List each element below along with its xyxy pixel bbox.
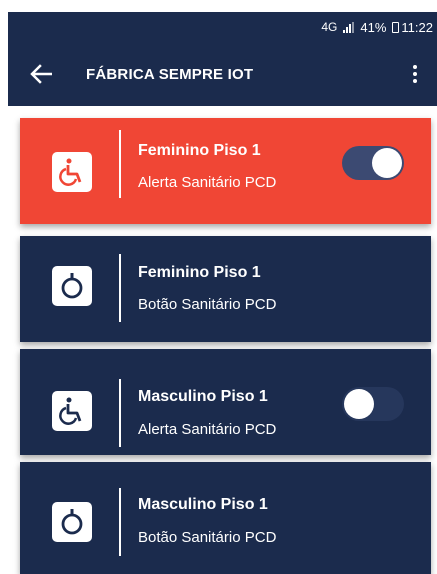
more-vert-icon — [413, 65, 417, 83]
wheelchair-icon — [52, 152, 92, 192]
overflow-menu-button[interactable] — [397, 49, 433, 99]
device-title: Feminino Piso 1 — [138, 264, 261, 281]
device-title: Feminino Piso 1 — [138, 142, 261, 159]
device-subtitle: Alerta Sanitário PCD — [138, 174, 277, 191]
page-title: FÁBRICA SEMPRE IOT — [86, 65, 254, 83]
pull-ring-icon — [52, 502, 92, 542]
divider — [119, 254, 121, 322]
toggle-knob — [344, 389, 374, 419]
app-bar: FÁBRICA SEMPRE IOT — [8, 42, 437, 106]
device-card[interactable]: Feminino Piso 1 Alerta Sanitário PCD — [20, 118, 431, 224]
status-bar: 4G 41% 11:22 — [8, 12, 437, 42]
wheelchair-icon — [52, 391, 92, 431]
device-subtitle: Botão Sanitário PCD — [138, 296, 277, 313]
back-button[interactable] — [16, 49, 66, 99]
divider — [119, 488, 121, 556]
alert-toggle[interactable] — [342, 146, 404, 180]
device-title: Masculino Piso 1 — [138, 496, 268, 513]
divider — [119, 379, 121, 447]
toggle-knob — [372, 148, 402, 178]
network-type: 4G — [321, 20, 338, 34]
arrow-left-icon — [30, 64, 52, 84]
device-subtitle: Alerta Sanitário PCD — [138, 421, 277, 438]
device-title: Masculino Piso 1 — [138, 388, 268, 405]
signal-icon — [343, 21, 355, 33]
clock: 11:22 — [401, 19, 433, 35]
device-card[interactable]: Masculino Piso 1 Botão Sanitário PCD — [20, 462, 431, 574]
alert-toggle[interactable] — [342, 387, 404, 421]
device-card[interactable]: Feminino Piso 1 Botão Sanitário PCD — [20, 236, 431, 342]
device-card[interactable]: Masculino Piso 1 Alerta Sanitário PCD — [20, 349, 431, 455]
device-subtitle: Botão Sanitário PCD — [138, 529, 277, 546]
divider — [119, 130, 121, 198]
battery-percent: 41% — [360, 19, 387, 35]
pull-ring-icon — [52, 266, 92, 306]
battery-icon — [392, 21, 400, 33]
time-group: 11:22 — [392, 20, 433, 35]
